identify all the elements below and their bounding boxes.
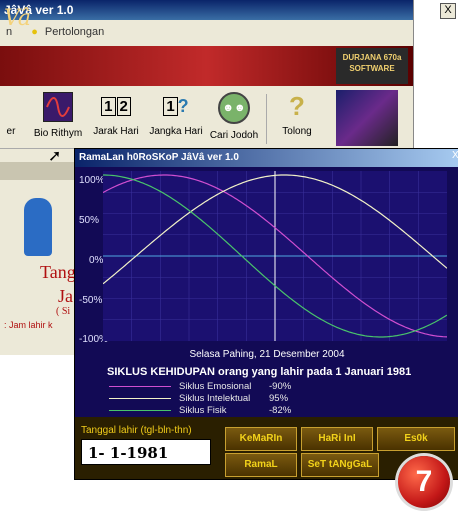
couple-icon: ☻☻: [218, 92, 250, 124]
toolbar-separator: [266, 94, 267, 144]
side-birth-hour: : Jam lahir k: [4, 320, 53, 330]
main-window-close-button[interactable]: X: [440, 3, 456, 19]
legend-percent: -90%: [269, 381, 292, 392]
side-date-label: Tang: [40, 262, 76, 282]
legend-name: Siklus Intelektual: [179, 393, 251, 404]
legend-swatch: [109, 410, 171, 411]
mouse-cursor-icon: ➚: [48, 148, 62, 165]
today-button[interactable]: HaRi InI: [301, 427, 373, 451]
dialog-title: RamaLan h0RoSKoP JâVâ ver 1.0: [79, 152, 239, 163]
legend-name: Siklus Emosional: [179, 381, 252, 392]
horoscope-dialog: RamaLan h0RoSKoP JâVâ ver 1.0 100% 50% 0…: [74, 148, 458, 480]
step-number-badge: 7: [398, 456, 450, 508]
wave-icon: [43, 92, 73, 122]
tomorrow-button[interactable]: Es0k: [377, 427, 455, 451]
durjana-logo: DURJANA 670a SOFTWARE: [336, 48, 408, 84]
banner-title: Vâ: [4, 6, 31, 31]
day-distance-icon: 12: [101, 92, 131, 120]
y-tick-label: 0%: [89, 255, 104, 266]
toolbar-label: Jarak Hari: [93, 126, 139, 137]
legend-swatch: [109, 398, 171, 399]
toolbar-button-partial[interactable]: er: [0, 92, 22, 137]
cycle-summary-title: SIKLUS KEHIDUPAN orang yang lahir pada 1…: [107, 366, 412, 378]
day-range-icon: 1?: [162, 92, 190, 120]
toolbar-button-jarak-hari[interactable]: 12 Jarak Hari: [88, 92, 144, 137]
side-note: ( Si: [56, 306, 71, 317]
yesterday-button[interactable]: KeMaRIn: [225, 427, 297, 451]
y-tick-label: 100%: [79, 175, 105, 186]
side-panel-header: [0, 162, 82, 180]
biorhythm-chart: [103, 171, 447, 341]
dob-label: Tanggal lahir (tgl-bln-thn): [81, 425, 192, 436]
wolf-artwork-image: [336, 90, 398, 146]
legend-percent: 95%: [269, 393, 289, 404]
logo-text: DURJANA 670a SOFTWARE: [342, 53, 402, 73]
blank-icon: [0, 92, 28, 120]
legend-row-emotional: Siklus Emosional -90%: [109, 381, 299, 393]
y-tick-label: -50%: [79, 295, 103, 306]
lightbulb-icon: ●: [31, 26, 38, 38]
main-window-titlebar: JâVâ ver 1.0: [0, 0, 413, 20]
toolbar-button-jangka-hari[interactable]: 1? Jangka Hari: [146, 92, 206, 138]
dob-field[interactable]: 1- 1-1981: [81, 439, 211, 465]
legend-swatch: [109, 386, 171, 387]
toolbar-label: Jangka Hari: [149, 126, 203, 137]
dialog-titlebar: RamaLan h0RoSKoP JâVâ ver 1.0: [75, 149, 458, 167]
set-date-button[interactable]: SeT tANgGaL: [301, 453, 379, 477]
side-day-label: Ja: [58, 286, 73, 306]
menu-item-help[interactable]: Pertolongan: [45, 26, 104, 38]
legend-name: Siklus Fisik: [179, 405, 227, 416]
y-tick-label: 50%: [79, 215, 100, 226]
toolbar-label: Tolong: [282, 126, 312, 137]
toolbar-button-bio-rithym[interactable]: Bio Rithym: [28, 92, 88, 139]
dialog-close-button[interactable]: X: [452, 150, 458, 164]
toolbar-button-cari-jodoh[interactable]: ☻☻ Cari Jodoh: [206, 92, 262, 141]
toolbar-label: Cari Jodoh: [209, 130, 259, 141]
menu-bar: n ● Pertolongan: [0, 20, 413, 44]
question-icon: ?: [289, 90, 305, 121]
person-figure-icon: [24, 198, 52, 256]
toolbar-label: er: [6, 126, 16, 137]
toolbar-label: Bio Rithym: [33, 128, 83, 139]
toolbar-button-tolong[interactable]: ? Tolong: [272, 90, 322, 138]
legend-row-intellectual: Siklus Intelektual 95%: [109, 393, 299, 405]
current-date-label: Selasa Pahing, 21 Desember 2004: [189, 349, 345, 360]
legend-percent: -82%: [269, 405, 292, 416]
forecast-button[interactable]: RamaL: [225, 453, 297, 477]
legend-row-physical: Siklus Fisik -82%: [109, 405, 299, 417]
